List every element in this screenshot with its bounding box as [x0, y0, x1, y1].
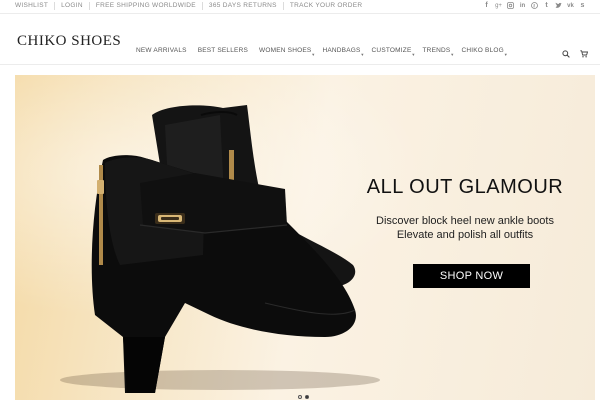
twitter-icon[interactable]: [555, 2, 562, 12]
site-header: CHIKO SHOES NEW ARRIVALS BEST SELLERS WO…: [0, 15, 600, 65]
nav-chiko-blog[interactable]: CHIKO BLOG ▼: [461, 47, 507, 57]
slider-pagination: [298, 395, 309, 399]
nav-customize[interactable]: CUSTOMIZE ▼: [371, 47, 416, 57]
header-tools: [562, 45, 589, 58]
cart-icon[interactable]: [580, 45, 589, 58]
nav-trends[interactable]: TRENDS ▼: [422, 47, 455, 57]
site-logo[interactable]: CHIKO SHOES: [17, 33, 121, 50]
hero-subtitle-line-2: Elevate and polish all outfits: [396, 229, 534, 241]
login-link[interactable]: LOGIN: [54, 2, 89, 10]
nav-handbags[interactable]: HANDBAGS ▼: [322, 47, 364, 57]
hero-subtitle-line-1: Discover block heel new ankle boots: [376, 215, 554, 227]
nav-label: BEST SELLERS: [197, 47, 249, 54]
dropdown-caret-icon: ▼: [360, 52, 365, 57]
slide-dot-1[interactable]: [298, 395, 302, 399]
skype-icon[interactable]: s: [579, 2, 586, 12]
shop-now-button[interactable]: SHOP NOW: [413, 264, 530, 288]
search-icon[interactable]: [562, 45, 570, 58]
social-links: f g+ in t vk s: [483, 2, 586, 12]
facebook-icon[interactable]: f: [483, 2, 490, 12]
linkedin-icon[interactable]: in: [519, 2, 526, 12]
nav-women-shoes[interactable]: WOMEN SHOES ▼: [259, 47, 315, 57]
dropdown-caret-icon: ▼: [450, 52, 455, 57]
dropdown-caret-icon: ▼: [503, 52, 508, 57]
nav-best-sellers[interactable]: BEST SELLERS: [198, 47, 248, 54]
track-order-link[interactable]: TRACK YOUR ORDER: [282, 2, 369, 10]
google-plus-icon[interactable]: g+: [495, 2, 502, 12]
hero-slider[interactable]: ALL OUT GLAMOUR Discover block heel new …: [15, 75, 595, 400]
nav-label: CUSTOMIZE: [371, 47, 412, 54]
free-shipping-link[interactable]: FREE SHIPPING WORLDWIDE: [88, 2, 202, 10]
nav-new-arrivals[interactable]: NEW ARRIVALS: [136, 47, 187, 54]
nav-label: CHIKO BLOG: [461, 47, 504, 54]
nav-label: NEW ARRIVALS: [136, 47, 187, 54]
returns-link[interactable]: 365 DAYS RETURNS: [201, 2, 283, 10]
nav-label: WOMEN SHOES: [259, 47, 312, 54]
main-nav: NEW ARRIVALS BEST SELLERS WOMEN SHOES ▼ H…: [136, 47, 515, 57]
nav-label: TRENDS: [422, 47, 451, 54]
dropdown-caret-icon: ▼: [411, 52, 416, 57]
utility-links: WISHLIST LOGIN FREE SHIPPING WORLDWIDE 3…: [15, 2, 368, 10]
dropdown-caret-icon: ▼: [311, 52, 316, 57]
top-utility-bar: WISHLIST LOGIN FREE SHIPPING WORLDWIDE 3…: [0, 0, 600, 14]
slide-dot-2[interactable]: [305, 395, 309, 399]
wishlist-link[interactable]: WISHLIST: [15, 2, 54, 10]
hero-title: ALL OUT GLAMOUR: [366, 176, 564, 198]
vk-icon[interactable]: vk: [567, 2, 574, 12]
nav-label: HANDBAGS: [322, 47, 361, 54]
tumblr-icon[interactable]: t: [543, 2, 550, 12]
instagram-icon[interactable]: [507, 2, 514, 12]
pinterest-icon[interactable]: [531, 2, 538, 12]
